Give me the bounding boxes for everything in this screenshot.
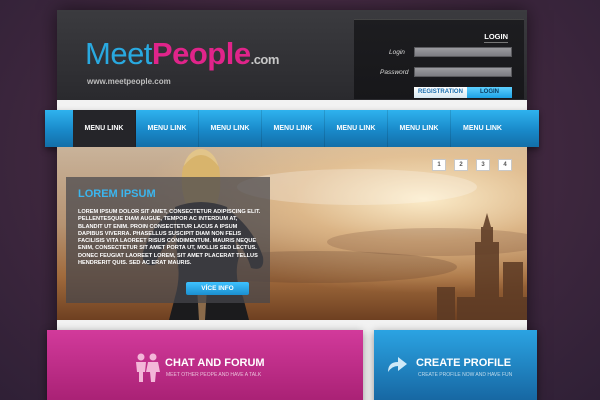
chat-forum-box[interactable]: CHAT AND FORUM MEET OTHER PEOPE AND HAVE… [47,330,363,400]
logo-people: People [151,36,251,71]
registration-button[interactable]: REGISTRATION [414,87,467,98]
more-info-button[interactable]: VÍCE INFO [186,282,249,295]
logo-dotcom: .com [250,52,280,67]
login-title: LOGIN [484,32,508,43]
password-input[interactable] [414,67,512,77]
create-profile-box[interactable]: CREATE PROFILE CREATE PROFILE NOW AND HA… [374,330,537,400]
slide-page-4[interactable]: 4 [498,159,512,171]
nav-item-2[interactable]: MENU LINK [136,110,199,147]
page-container: MeetPeople.com www.meetpeople.com LOGIN … [45,10,539,400]
hero-text-panel: LOREM IPSUM LOREM IPSUM DOLOR SIT AMET, … [66,177,270,303]
hero-title: LOREM IPSUM [78,188,156,200]
create-profile-subtitle: CREATE PROFILE NOW AND HAVE FUN [418,372,513,378]
login-panel: LOGIN Login Password REGISTRATION LOGIN [354,19,524,99]
login-label: Login [389,49,405,56]
site-logo[interactable]: MeetPeople.com [85,38,279,69]
password-label: Password [380,69,409,76]
chat-forum-title: CHAT AND FORUM [165,357,265,369]
nav-item-3[interactable]: MENU LINK [199,110,262,147]
hero-slider: 1 2 3 4 LOREM IPSUM LOREM IPSUM DOLOR SI… [57,147,527,320]
nav-item-1[interactable]: MENU LINK [73,110,136,147]
nav-item-6[interactable]: MENU LINK [388,110,451,147]
create-profile-title: CREATE PROFILE [416,357,512,369]
logo-meet: Meet [85,36,152,71]
slide-page-3[interactable]: 3 [476,159,490,171]
site-header: MeetPeople.com www.meetpeople.com LOGIN … [57,10,527,100]
login-input[interactable] [414,47,512,57]
nav-item-5[interactable]: MENU LINK [325,110,388,147]
main-nav: MENU LINK MENU LINK MENU LINK MENU LINK … [45,110,539,147]
nav-item-7[interactable]: MENU LINK [451,110,514,147]
nav-item-4[interactable]: MENU LINK [262,110,325,147]
slide-page-2[interactable]: 2 [454,159,468,171]
arrow-icon [388,357,407,372]
login-button[interactable]: LOGIN [467,87,512,98]
site-url: www.meetpeople.com [87,77,171,86]
hero-body-text: LOREM IPSUM DOLOR SIT AMET, CONSECTETUR … [78,209,261,267]
people-icon [136,353,160,382]
slide-page-1[interactable]: 1 [432,159,446,171]
chat-forum-subtitle: MEET OTHER PEOPE AND HAVE A TALK [166,372,262,378]
